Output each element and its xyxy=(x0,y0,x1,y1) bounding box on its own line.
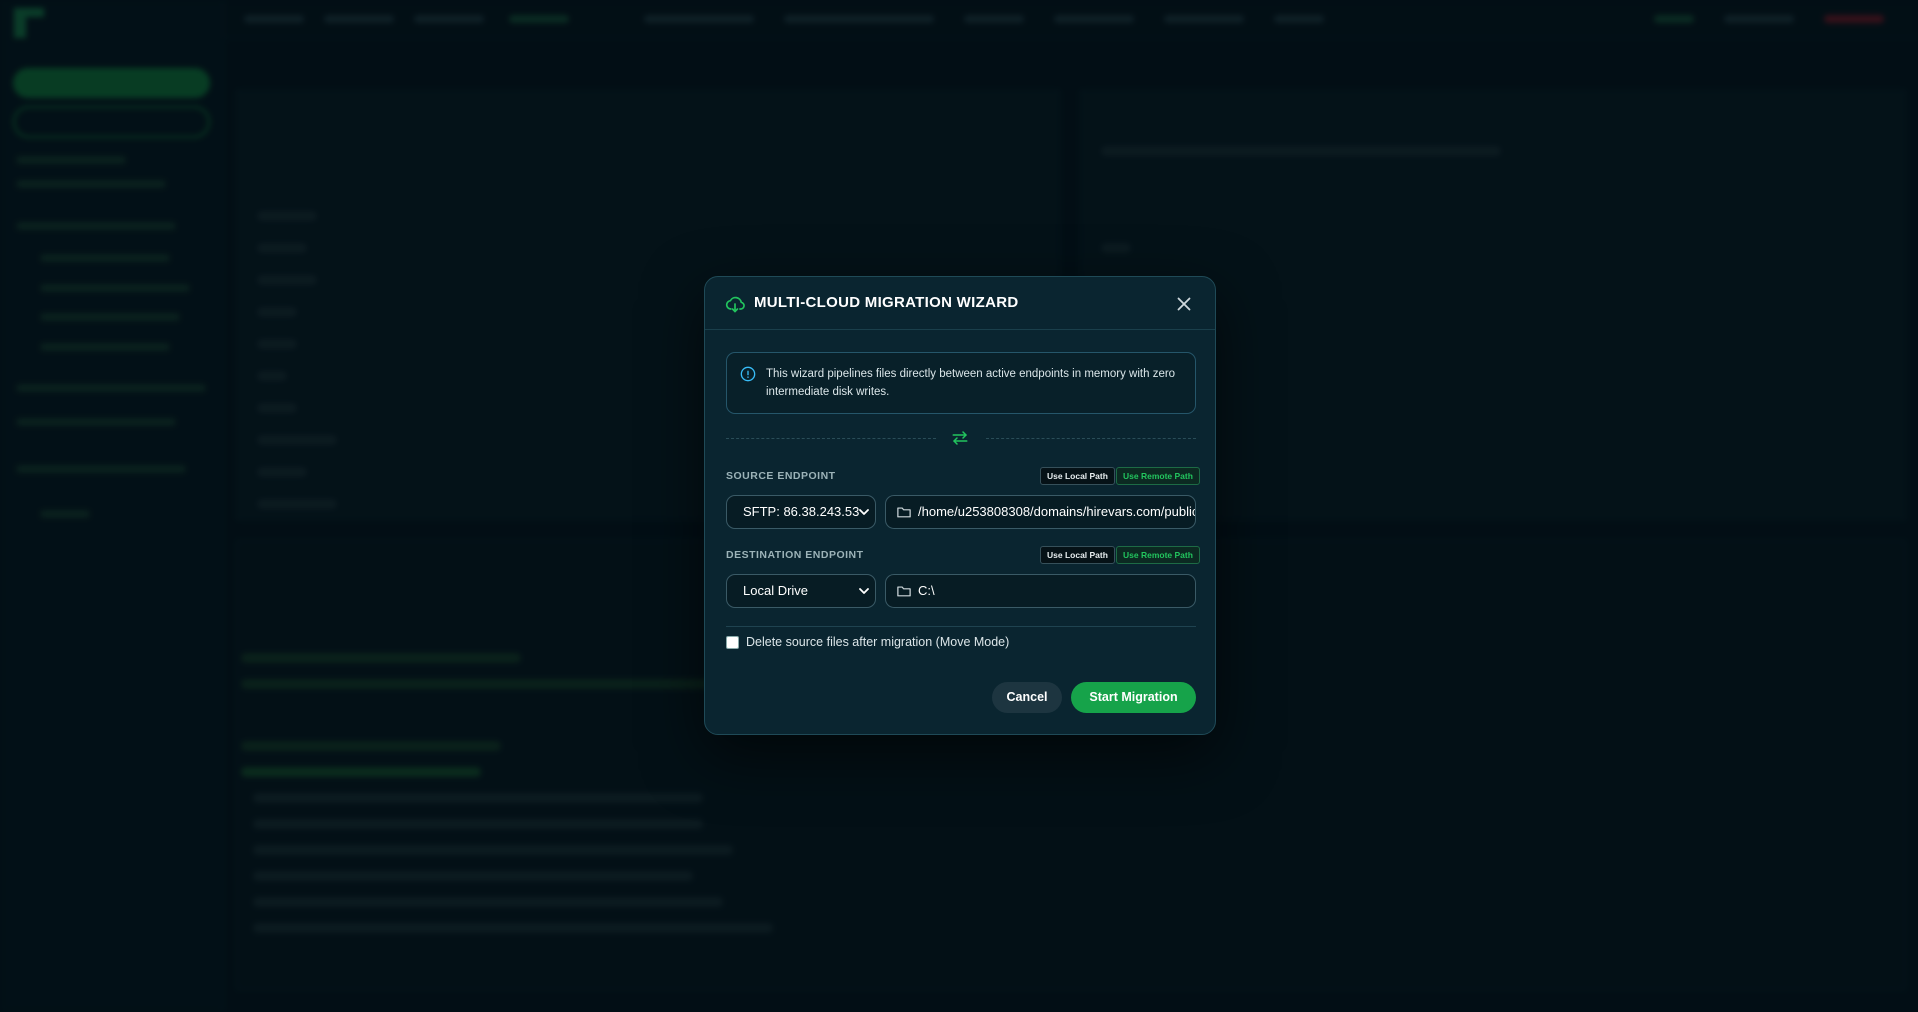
close-icon[interactable] xyxy=(1173,293,1195,315)
dialog-title: MULTI-CLOUD MIGRATION WIZARD xyxy=(754,294,1019,311)
source-use-local-button[interactable]: Use Local Path xyxy=(1040,467,1115,485)
divider-right xyxy=(986,438,1196,439)
source-use-remote-button[interactable]: Use Remote Path xyxy=(1116,467,1200,485)
destination-path-input[interactable]: C:\ xyxy=(885,574,1196,608)
folder-icon xyxy=(897,586,911,597)
destination-endpoint-label: DESTINATION ENDPOINT xyxy=(726,549,864,561)
divider-left xyxy=(726,438,936,439)
destination-selected-value: Local Drive xyxy=(743,583,809,598)
cancel-button[interactable]: Cancel xyxy=(992,682,1062,713)
destination-endpoint-select[interactable]: Local Drive xyxy=(726,574,876,608)
info-text: This wizard pipelines files directly bet… xyxy=(766,368,1176,398)
swap-arrows-icon xyxy=(952,431,968,445)
move-mode-checkbox[interactable] xyxy=(726,636,739,649)
destination-use-local-button[interactable]: Use Local Path xyxy=(1040,546,1115,564)
source-path-value: /home/u253808308/domains/hirevars.com/pu… xyxy=(918,504,1196,519)
source-path-input[interactable]: /home/u253808308/domains/hirevars.com/pu… xyxy=(885,495,1196,529)
info-banner: This wizard pipelines files directly bet… xyxy=(726,352,1196,414)
start-migration-button[interactable]: Start Migration xyxy=(1071,682,1196,713)
destination-path-value: C:\ xyxy=(918,583,935,598)
cloud-sync-icon xyxy=(725,296,745,313)
source-endpoint-label: SOURCE ENDPOINT xyxy=(726,470,836,482)
options-divider xyxy=(726,626,1196,627)
source-selected-value: SFTP: 86.38.243.53 xyxy=(743,504,860,519)
migration-wizard-dialog: MULTI-CLOUD MIGRATION WIZARD This wizard… xyxy=(704,276,1216,735)
chevron-down-icon xyxy=(859,588,869,594)
folder-icon xyxy=(897,507,911,518)
info-icon xyxy=(740,366,756,382)
chevron-down-icon xyxy=(859,509,869,515)
move-mode-label[interactable]: Delete source files after migration (Mov… xyxy=(746,635,1009,649)
dialog-header: MULTI-CLOUD MIGRATION WIZARD xyxy=(705,277,1215,330)
destination-use-remote-button[interactable]: Use Remote Path xyxy=(1116,546,1200,564)
source-endpoint-select[interactable]: SFTP: 86.38.243.53 xyxy=(726,495,876,529)
